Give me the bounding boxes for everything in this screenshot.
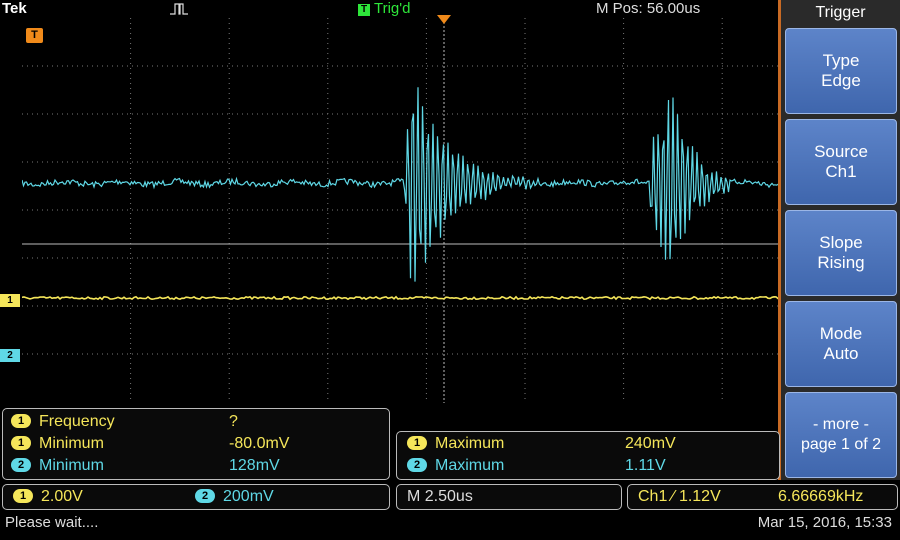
- measurement-value: 240mV: [625, 435, 676, 452]
- top-status-bar: Tek T Trig'd M Pos: 56.00us: [0, 0, 781, 19]
- trigger-source-button[interactable]: Source Ch1: [785, 119, 897, 205]
- button-label: Mode: [819, 324, 863, 343]
- trigger-readout: Ch1 ⁄ 1.12V: [638, 488, 721, 506]
- ch1-waveform-trace: [21, 295, 781, 301]
- ch1-badge: 1: [11, 414, 31, 428]
- graticule-grid: [21, 18, 781, 403]
- button-label: Type: [822, 51, 860, 70]
- trigger-status: T Trig'd: [358, 0, 410, 17]
- trigger-level: 1.12V: [678, 488, 721, 505]
- status-message: Please wait....: [5, 514, 99, 531]
- measurement-value: -80.0mV: [229, 435, 290, 452]
- measurement-row: 2 Minimum 128mV: [11, 457, 280, 475]
- ch1-badge: 1: [13, 489, 33, 503]
- ch2-scale-value: 200mV: [223, 488, 274, 505]
- measurement-row: 1 Frequency?: [11, 413, 238, 431]
- measurement-name: Maximum: [435, 457, 505, 474]
- trigger-frequency: 6.66669kHz: [778, 488, 864, 505]
- ch2-scale[interactable]: 2 200mV: [195, 488, 274, 506]
- timebase-panel[interactable]: M 2.50us: [396, 484, 622, 510]
- measurement-value: ?: [229, 413, 238, 430]
- brand-logo: Tek: [2, 0, 27, 17]
- trigger-slope-button[interactable]: Slope Rising: [785, 210, 897, 296]
- measurement-row: 1 Maximum 240mV: [407, 435, 676, 453]
- channel-scale-panel[interactable]: 1 2.00V 2 200mV: [2, 484, 390, 510]
- button-label: Source: [814, 142, 868, 161]
- trigger-source: Ch1: [638, 488, 668, 505]
- button-label: Slope: [819, 233, 863, 252]
- more-menu-button[interactable]: - more - page 1 of 2: [785, 392, 897, 478]
- button-value: Ch1: [825, 162, 857, 181]
- measurement-row: 2 Maximum 1.11V: [407, 457, 666, 475]
- button-value: Rising: [817, 253, 865, 272]
- button-label: - more -: [813, 416, 869, 433]
- button-value: Auto: [823, 344, 859, 363]
- status-bar: Please wait.... Mar 15, 2016, 15:33: [0, 512, 900, 540]
- trigger-level-marker[interactable]: T: [26, 28, 43, 43]
- trigger-readout-panel[interactable]: Ch1 ⁄ 1.12V 6.66669kHz: [627, 484, 898, 510]
- trigger-mode-button[interactable]: Mode Auto: [785, 301, 897, 387]
- timebase-value: M 2.50us: [407, 488, 473, 505]
- ch1-scale-value: 2.00V: [41, 488, 83, 505]
- ch2-badge: 2: [195, 489, 215, 503]
- trigger-side-menu: Trigger Type Edge Source Ch1 Slope Risin…: [781, 0, 900, 480]
- measurement-row: 1 Minimum -80.0mV: [11, 435, 289, 453]
- ch2-ground-marker[interactable]: 2: [0, 349, 20, 362]
- measurement-name: Minimum: [39, 435, 104, 452]
- rising-edge-icon: ⁄: [671, 488, 675, 505]
- menu-title: Trigger: [815, 4, 866, 21]
- ch2-waveform-trace: [21, 87, 781, 282]
- ch2-badge: 2: [407, 458, 427, 472]
- button-value: page 1 of 2: [800, 436, 882, 453]
- trigger-status-label: Trig'd: [374, 0, 411, 17]
- trigger-type-button[interactable]: Type Edge: [785, 28, 897, 114]
- measurement-name: Maximum: [435, 435, 505, 452]
- measurement-name: Frequency: [39, 413, 115, 430]
- measurements-panel-right[interactable]: 1 Maximum 240mV 2 Maximum 1.11V: [396, 431, 780, 480]
- ch1-ground-marker[interactable]: 1: [0, 294, 20, 307]
- measurements-panel-left[interactable]: 1 Frequency? 1 Minimum -80.0mV 2 Minimum 128m…: [2, 408, 390, 480]
- button-value: Edge: [821, 71, 861, 90]
- pulse-waveform-icon: [170, 3, 188, 15]
- ch1-scale[interactable]: 1 2.00V: [13, 488, 83, 506]
- ch1-badge: 1: [11, 436, 31, 450]
- status-datetime: Mar 15, 2016, 15:33: [757, 514, 892, 531]
- ch1-badge: 1: [407, 436, 427, 450]
- waveform-display[interactable]: [21, 18, 781, 403]
- measurement-value: 1.11V: [625, 457, 666, 474]
- trigger-position-marker-icon[interactable]: [437, 15, 453, 25]
- horizontal-position-readout: M Pos: 56.00us: [596, 0, 701, 17]
- trigger-status-icon: T: [358, 4, 370, 16]
- measurement-name: Minimum: [39, 457, 104, 474]
- measurement-value: 128mV: [229, 457, 280, 474]
- ch2-badge: 2: [11, 458, 31, 472]
